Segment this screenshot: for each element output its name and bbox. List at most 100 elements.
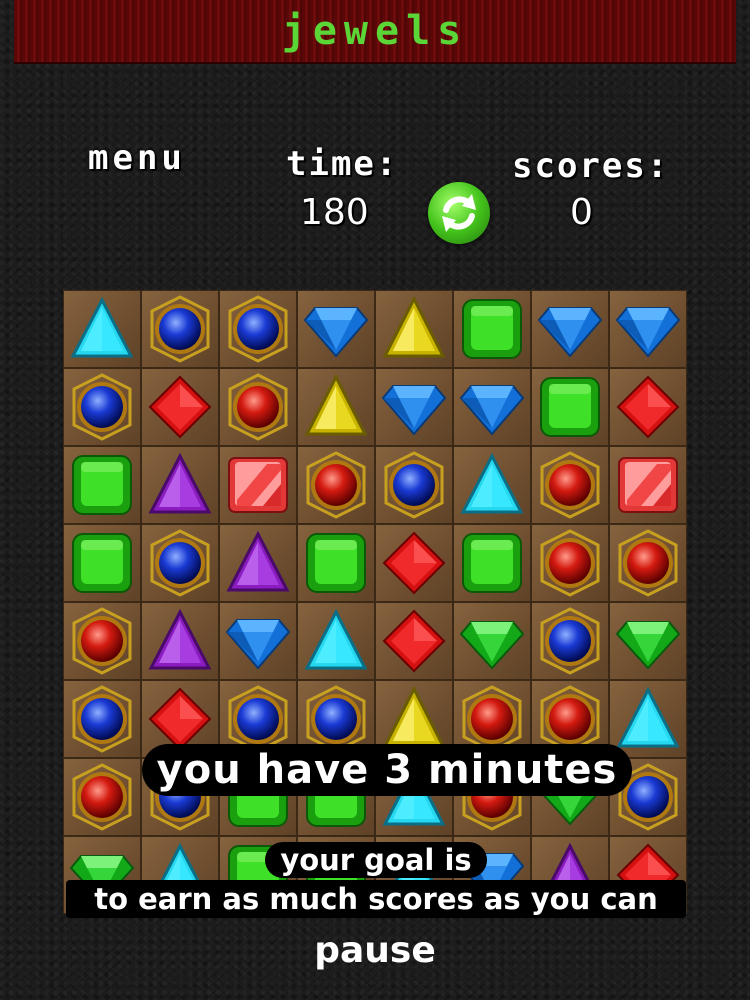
cyan-triangle-gem-icon xyxy=(301,606,371,676)
menu-button[interactable]: menu xyxy=(88,138,186,178)
board-cell[interactable] xyxy=(63,446,141,524)
red-orb-gem-icon xyxy=(535,450,605,520)
board-cell[interactable] xyxy=(297,290,375,368)
message-goal-heading: your goal is xyxy=(265,842,487,878)
green-square-gem-icon xyxy=(301,528,371,598)
red-diamond-gem-icon xyxy=(379,528,449,598)
green-square-gem-icon xyxy=(457,528,527,598)
red-orb-gem-icon xyxy=(613,528,683,598)
board-cell[interactable] xyxy=(63,758,141,836)
board-cell[interactable] xyxy=(531,602,609,680)
blue-diamond-gem-icon xyxy=(457,372,527,442)
message-goal-text: to earn as much scores as you can xyxy=(66,880,686,918)
board-cell[interactable] xyxy=(609,680,687,758)
pause-button[interactable]: pause xyxy=(0,930,750,971)
board-cell[interactable] xyxy=(141,524,219,602)
scores-value: 0 xyxy=(570,192,593,233)
blue-orb-gem-icon xyxy=(145,294,215,364)
purple-triangle-gem-icon xyxy=(145,450,215,520)
pink-square-gem-icon xyxy=(223,450,293,520)
blue-orb-gem-icon xyxy=(145,528,215,598)
board-cell[interactable] xyxy=(219,602,297,680)
board-cell[interactable] xyxy=(531,368,609,446)
blue-diamond-gem-icon xyxy=(301,294,371,364)
board-cell[interactable] xyxy=(531,290,609,368)
blue-orb-gem-icon xyxy=(67,684,137,754)
green-emerald-gem-icon xyxy=(457,606,527,676)
blue-diamond-gem-icon xyxy=(535,294,605,364)
blue-orb-gem-icon xyxy=(535,606,605,676)
board-cell[interactable] xyxy=(375,602,453,680)
time-label: time: xyxy=(286,144,399,184)
board-cell[interactable] xyxy=(219,368,297,446)
board-cell[interactable] xyxy=(63,290,141,368)
board-cell[interactable] xyxy=(609,368,687,446)
board-cell[interactable] xyxy=(609,446,687,524)
board-cell[interactable] xyxy=(609,602,687,680)
red-orb-gem-icon xyxy=(535,528,605,598)
board-cell[interactable] xyxy=(219,524,297,602)
red-diamond-gem-icon xyxy=(379,606,449,676)
board-cell[interactable] xyxy=(141,368,219,446)
cyan-triangle-gem-icon xyxy=(67,294,137,364)
board-cell[interactable] xyxy=(453,524,531,602)
blue-diamond-gem-icon xyxy=(223,606,293,676)
board-cell[interactable] xyxy=(297,602,375,680)
board-cell[interactable] xyxy=(609,290,687,368)
red-orb-gem-icon xyxy=(67,606,137,676)
board-cell[interactable] xyxy=(375,446,453,524)
purple-triangle-gem-icon xyxy=(223,528,293,598)
yellow-triangle-gem-icon xyxy=(379,294,449,364)
red-orb-gem-icon xyxy=(67,762,137,832)
cyan-triangle-gem-icon xyxy=(613,684,683,754)
blue-diamond-gem-icon xyxy=(613,294,683,364)
yellow-triangle-gem-icon xyxy=(301,372,371,442)
green-square-gem-icon xyxy=(67,528,137,598)
cyan-triangle-gem-icon xyxy=(457,450,527,520)
message-time-limit: you have 3 minutes xyxy=(142,744,632,796)
refresh-button[interactable] xyxy=(428,182,490,244)
board-cell[interactable] xyxy=(63,602,141,680)
blue-orb-gem-icon xyxy=(379,450,449,520)
red-orb-gem-icon xyxy=(223,372,293,442)
blue-orb-gem-icon xyxy=(223,294,293,364)
refresh-icon xyxy=(442,194,476,232)
board-cell[interactable] xyxy=(453,602,531,680)
scores-label: scores: xyxy=(512,146,670,186)
board-cell[interactable] xyxy=(219,290,297,368)
board-cell[interactable] xyxy=(453,368,531,446)
red-orb-gem-icon xyxy=(301,450,371,520)
board-cell[interactable] xyxy=(375,524,453,602)
board-cell[interactable] xyxy=(375,368,453,446)
board-cell[interactable] xyxy=(141,602,219,680)
green-square-gem-icon xyxy=(67,450,137,520)
board-cell[interactable] xyxy=(453,446,531,524)
game-board xyxy=(63,290,687,914)
title-bar: jewels xyxy=(14,0,736,64)
board-cell[interactable] xyxy=(531,524,609,602)
board-cell[interactable] xyxy=(297,524,375,602)
board-cell[interactable] xyxy=(453,290,531,368)
board-cell[interactable] xyxy=(375,290,453,368)
board-cell[interactable] xyxy=(531,446,609,524)
red-diamond-gem-icon xyxy=(613,372,683,442)
board-cell[interactable] xyxy=(219,446,297,524)
time-value: 180 xyxy=(300,192,369,233)
green-square-gem-icon xyxy=(535,372,605,442)
pink-square-gem-icon xyxy=(613,450,683,520)
board-cell[interactable] xyxy=(609,524,687,602)
game-title: jewels xyxy=(281,8,469,54)
board-cell[interactable] xyxy=(63,524,141,602)
board-cell[interactable] xyxy=(141,446,219,524)
board-cell[interactable] xyxy=(297,446,375,524)
red-diamond-gem-icon xyxy=(145,372,215,442)
board-cell[interactable] xyxy=(141,290,219,368)
board-cell[interactable] xyxy=(63,368,141,446)
purple-triangle-gem-icon xyxy=(145,606,215,676)
board-cell[interactable] xyxy=(63,680,141,758)
blue-orb-gem-icon xyxy=(67,372,137,442)
green-emerald-gem-icon xyxy=(613,606,683,676)
green-square-gem-icon xyxy=(457,294,527,364)
blue-diamond-gem-icon xyxy=(379,372,449,442)
board-cell[interactable] xyxy=(297,368,375,446)
